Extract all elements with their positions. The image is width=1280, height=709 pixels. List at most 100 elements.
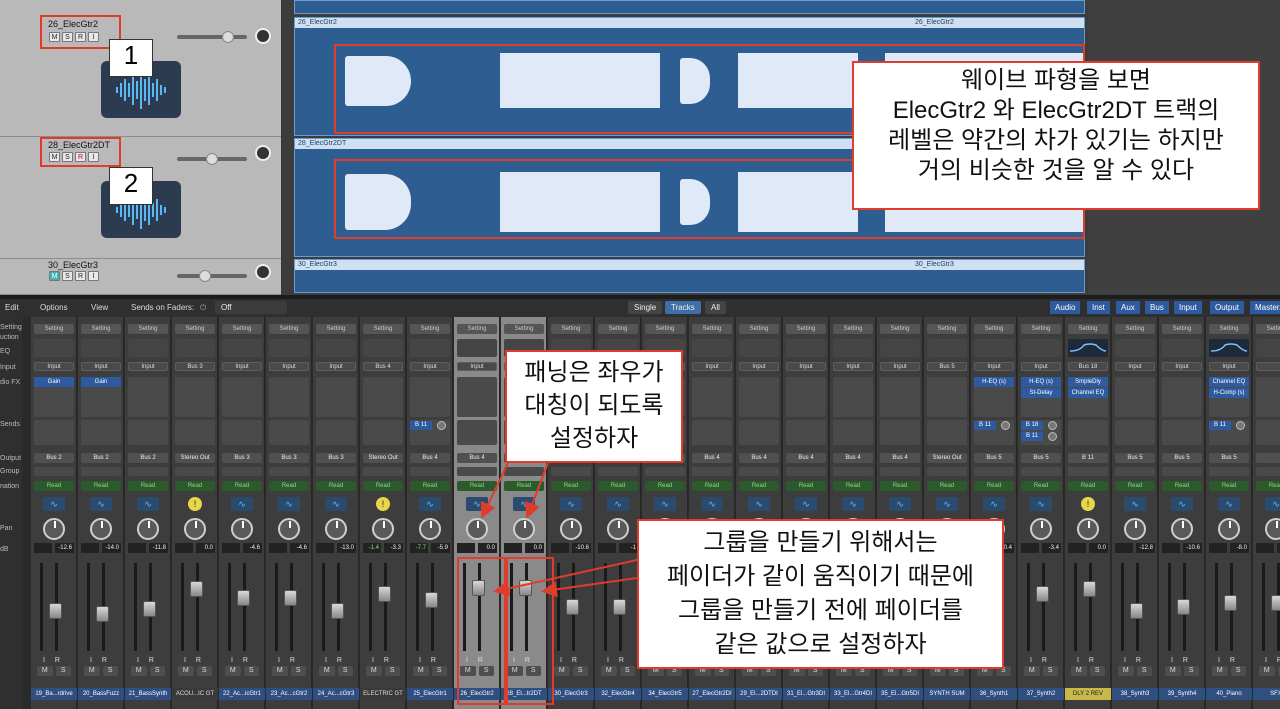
send-slot[interactable]: B 11 <box>410 421 432 430</box>
sends-slots[interactable] <box>128 420 168 445</box>
audio-fx-slots[interactable] <box>175 377 215 417</box>
mute-button[interactable]: M <box>1259 666 1275 676</box>
group-slot[interactable] <box>1209 467 1249 476</box>
pan-knob[interactable] <box>419 518 441 540</box>
channel-name[interactable]: 24_Ac...cGtr3 <box>313 688 359 700</box>
channel-name[interactable]: 31_El...Gtr3DI <box>783 688 829 700</box>
automation-mode[interactable]: Read <box>833 481 873 491</box>
setting-button[interactable]: Setting <box>551 324 591 334</box>
audio-fx-slots[interactable] <box>927 377 967 417</box>
mute-button[interactable]: M <box>178 666 194 676</box>
group-slot[interactable] <box>974 467 1014 476</box>
automation-mode[interactable]: Read <box>457 481 497 491</box>
group-slot[interactable] <box>457 467 497 476</box>
automation-mode[interactable]: Read <box>974 481 1014 491</box>
group-slot[interactable] <box>363 467 403 476</box>
automation-mode[interactable]: Read <box>1115 481 1155 491</box>
output-slot[interactable]: Stereo Out <box>175 453 215 463</box>
audio-fx-slots[interactable] <box>739 377 779 417</box>
mute-button[interactable]: M <box>1118 666 1134 676</box>
input-record-buttons[interactable]: I R <box>43 657 64 664</box>
input-record-buttons[interactable]: I R <box>1265 657 1280 664</box>
mute-button[interactable]: M <box>225 666 241 676</box>
output-slot[interactable]: Bus 3 <box>222 453 262 463</box>
sends-slots[interactable] <box>363 420 403 445</box>
channel-name[interactable]: 30_ElecGtr3 <box>548 688 594 700</box>
setting-button[interactable]: Setting <box>833 324 873 334</box>
audio-fx-slots[interactable] <box>363 377 403 417</box>
pan-knob[interactable] <box>513 518 535 540</box>
volume-knob[interactable] <box>222 31 234 43</box>
solo-button[interactable]: S <box>619 666 635 676</box>
sends-slots[interactable] <box>316 420 356 445</box>
input-slot[interactable]: Input <box>269 362 309 371</box>
solo-button[interactable]: S <box>62 271 73 281</box>
solo-button[interactable]: S <box>1042 666 1058 676</box>
solo-button[interactable]: S <box>1183 666 1199 676</box>
sends-slots[interactable]: B 11 <box>1209 420 1249 445</box>
plugin-slot[interactable]: Channel EQ <box>1209 377 1249 387</box>
channel-name[interactable]: 37_Synth2 <box>1018 688 1064 700</box>
automation-mode[interactable]: Read <box>316 481 356 491</box>
sends-slots[interactable] <box>786 420 826 445</box>
output-slot[interactable]: Bus 5 <box>1021 453 1061 463</box>
channel-strip[interactable]: Setting Bus 4 Stereo Out Read! -1.4 -3.3 I R MS… <box>360 317 406 709</box>
sends-slots[interactable] <box>175 420 215 445</box>
solo-button[interactable]: S <box>102 666 118 676</box>
channel-name[interactable]: 21_BassSynth <box>125 688 171 700</box>
automation-mode[interactable]: Read <box>1209 481 1249 491</box>
input-slot[interactable]: Input <box>410 362 450 371</box>
channel-name[interactable]: 33_El...Gtr4DI <box>830 688 876 700</box>
automation-mode[interactable]: Read <box>1256 481 1280 491</box>
channel-strip[interactable]: Setting Bus 18 SmpleDly Channel EQ B 11 Read!… <box>1065 317 1111 709</box>
send-knob[interactable] <box>1236 421 1245 430</box>
group-slot[interactable] <box>1068 467 1108 476</box>
setting-button[interactable]: Setting <box>81 324 121 334</box>
filter-output[interactable]: Output <box>1210 301 1245 314</box>
audio-fx-slots[interactable] <box>222 377 262 417</box>
view-single[interactable]: Single <box>628 301 663 314</box>
automation-mode[interactable]: Read <box>739 481 779 491</box>
output-slot[interactable]: Bus 5 <box>974 453 1014 463</box>
volume-slider[interactable] <box>177 270 247 282</box>
plugin-slot[interactable]: H-EQ (s) <box>1021 377 1061 387</box>
input-record-buttons[interactable]: I R <box>184 657 205 664</box>
input-slot[interactable]: Input <box>1209 362 1249 371</box>
solo-button[interactable]: S <box>290 666 306 676</box>
send-slot-2[interactable]: B 11 <box>1021 432 1043 441</box>
input-record-buttons[interactable]: I R <box>419 657 440 664</box>
setting-button[interactable]: Setting <box>974 324 1014 334</box>
mute-button[interactable]: M <box>37 666 53 676</box>
automation-mode[interactable]: Read <box>1021 481 1061 491</box>
send-slot[interactable]: B 18 <box>1021 421 1043 430</box>
volume-fader[interactable] <box>566 599 579 615</box>
view-menu[interactable]: View <box>91 303 108 312</box>
pan-knob[interactable] <box>1171 518 1193 540</box>
sends-slots[interactable] <box>1068 420 1108 445</box>
volume-fader[interactable] <box>613 599 626 615</box>
sends-slots[interactable] <box>880 420 920 445</box>
eq-display[interactable] <box>222 339 262 357</box>
audio-fx-slots[interactable] <box>410 377 450 417</box>
audio-fx-slots[interactable] <box>692 377 732 417</box>
input-record-buttons[interactable]: I R <box>231 657 252 664</box>
sends-slots[interactable]: B 18 B 11 <box>1021 420 1061 445</box>
eq-display[interactable] <box>363 339 403 357</box>
channel-strip[interactable]: Setting Input H-EQ (s) St-Delay B 18 B 11 Bus … <box>1018 317 1064 709</box>
group-slot[interactable] <box>316 467 356 476</box>
automation-mode[interactable]: Read <box>410 481 450 491</box>
group-slot[interactable] <box>81 467 121 476</box>
pan-knob[interactable] <box>137 518 159 540</box>
automation-mode[interactable]: Read <box>1068 481 1108 491</box>
input-record-buttons[interactable]: I R <box>1171 657 1192 664</box>
channel-name[interactable]: 27_ElecGtr2DI <box>689 688 735 700</box>
channel-name[interactable]: 19_Ba...rdrive <box>31 688 77 700</box>
channel-name[interactable]: ACOU...IC GT <box>172 688 218 700</box>
eq-display[interactable] <box>880 339 920 357</box>
solo-button[interactable]: S <box>1089 666 1105 676</box>
region-top[interactable] <box>294 0 1085 14</box>
eq-display[interactable] <box>1256 339 1280 357</box>
setting-button[interactable]: Setting <box>645 324 685 334</box>
group-slot[interactable] <box>1256 467 1280 476</box>
send-knob[interactable] <box>1001 421 1010 430</box>
